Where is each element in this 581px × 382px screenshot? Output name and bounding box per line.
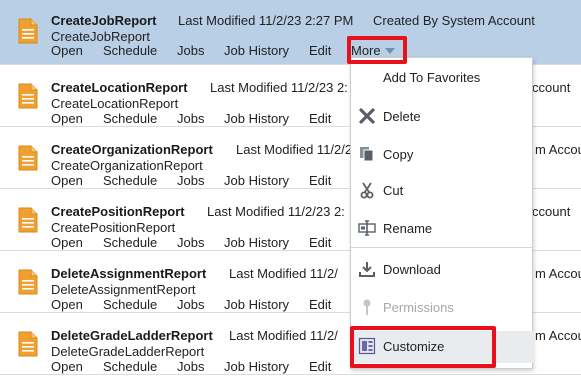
last-modified: Last Modified 11/2/23 2: [210,80,348,95]
jobs-link[interactable]: Jobs [177,111,204,126]
created-by: Created By System Account [373,13,535,28]
more-menu-button[interactable]: More [351,43,395,58]
edit-link[interactable]: Edit [309,297,331,312]
created-by: m Accou [535,142,581,157]
customize-icon [358,337,376,355]
job-history-link[interactable]: Job History [224,43,289,58]
menu-item-rename[interactable]: Rename [351,213,534,245]
report-title[interactable]: CreateOrganizationReport [51,142,213,157]
open-link[interactable]: Open [51,235,83,250]
menu-item-customize[interactable]: Customize [351,331,534,363]
edit-link[interactable]: Edit [309,235,331,250]
menu-item-copy[interactable]: Copy [351,139,534,171]
report-title[interactable]: CreateLocationReport [51,80,188,95]
jobs-link[interactable]: Jobs [177,297,204,312]
report-title[interactable]: CreatePositionReport [51,204,185,219]
job-history-link[interactable]: Job History [224,359,289,374]
edit-link[interactable]: Edit [309,111,331,126]
document-icon [18,18,38,44]
schedule-link[interactable]: Schedule [103,43,157,58]
open-link[interactable]: Open [51,173,83,188]
last-modified: Last Modified 11/2/23 [236,142,360,157]
download-icon [359,262,375,277]
jobs-link[interactable]: Jobs [177,173,204,188]
document-icon [18,145,38,171]
report-description: CreatePositionReport [51,220,176,235]
open-link[interactable]: Open [51,359,83,374]
report-description: CreateJobReport [51,29,150,44]
job-history-link[interactable]: Job History [224,111,289,126]
schedule-link[interactable]: Schedule [103,359,157,374]
key-icon [363,299,371,315]
catalog-row-createjobreport[interactable]: CreateJobReport Last Modified 11/2/23 2:… [0,0,581,65]
jobs-link[interactable]: Jobs [177,359,204,374]
scissors-icon [360,182,374,199]
rename-icon [358,220,376,236]
document-icon [18,207,38,233]
edit-link[interactable]: Edit [309,173,331,188]
schedule-link[interactable]: Schedule [103,173,157,188]
edit-link[interactable]: Edit [309,359,331,374]
report-title[interactable]: DeleteGradeLadderReport [51,328,213,343]
menu-item-cut[interactable]: Cut [351,175,534,207]
last-modified: Last Modified 11/2/ [229,266,338,281]
job-history-link[interactable]: Job History [224,173,289,188]
jobs-link[interactable]: Jobs [177,43,204,58]
last-modified: Last Modified 11/2/23 2:27 PM [178,13,354,28]
document-icon [18,83,38,109]
menu-separator [351,247,534,248]
document-icon [18,269,38,295]
delete-x-icon [359,108,375,124]
copy-icon [360,147,374,162]
last-modified: Last Modified 11/2/23 2: [207,204,345,219]
schedule-link[interactable]: Schedule [103,111,157,126]
report-description: CreateOrganizationReport [51,158,203,173]
job-history-link[interactable]: Job History [224,235,289,250]
report-title[interactable]: DeleteAssignmentReport [51,266,206,281]
more-actions-menu: Add To Favorites Delete Copy Cut Rename [350,57,534,369]
schedule-link[interactable]: Schedule [103,297,157,312]
jobs-link[interactable]: Jobs [177,235,204,250]
job-history-link[interactable]: Job History [224,297,289,312]
report-description: CreateLocationReport [51,96,179,111]
open-link[interactable]: Open [51,111,83,126]
report-description: DeleteAssignmentReport [51,282,196,297]
chevron-down-icon [384,48,395,54]
created-by: ccount [532,204,571,219]
report-description: DeleteGradeLadderReport [51,344,205,359]
more-label: More [351,43,381,58]
created-by: m Accou [535,266,581,281]
menu-item-permissions: Permissions [351,292,534,324]
report-title[interactable]: CreateJobReport [51,13,156,28]
menu-item-delete[interactable]: Delete [351,101,534,133]
document-icon [18,331,38,357]
created-by: ccount [532,80,571,95]
created-by: m Accou [535,328,581,343]
menu-item-download[interactable]: Download [351,254,534,286]
edit-link[interactable]: Edit [309,43,331,58]
last-modified: Last Modified 11/2/ [229,328,338,343]
open-link[interactable]: Open [51,43,83,58]
schedule-link[interactable]: Schedule [103,235,157,250]
open-link[interactable]: Open [51,297,83,312]
menu-item-add-to-favorites[interactable]: Add To Favorites [351,62,534,94]
